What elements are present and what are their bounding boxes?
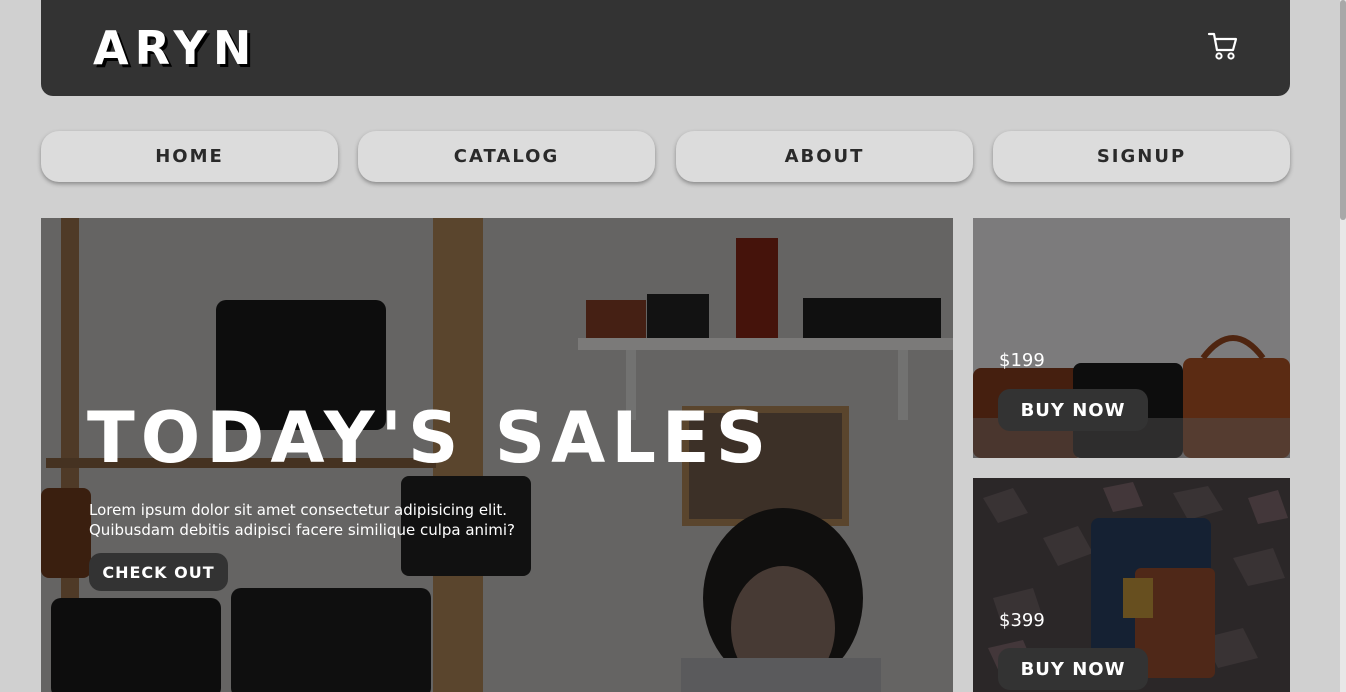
cart-icon[interactable] (1207, 30, 1239, 62)
hero-description: Lorem ipsum dolor sit amet consectetur a… (89, 501, 515, 539)
hero-banner: TODAY'S SALES Lorem ipsum dolor sit amet… (41, 218, 953, 692)
product-card: $399 BUY NOW (973, 478, 1290, 692)
hero-title: TODAY'S SALES (87, 397, 773, 479)
brand-logo[interactable]: ARYN (93, 22, 257, 74)
page-scrollbar[interactable] (1340, 0, 1346, 692)
nav-about[interactable]: ABOUT (676, 131, 973, 182)
product-price: $399 (999, 610, 1045, 631)
site-header: ARYN (41, 0, 1290, 96)
buy-now-button[interactable]: BUY NOW (998, 389, 1148, 431)
product-price: $199 (999, 350, 1045, 371)
nav-home[interactable]: HOME (41, 131, 338, 182)
nav-catalog[interactable]: CATALOG (358, 131, 655, 182)
check-out-button[interactable]: CHECK OUT (89, 553, 228, 591)
main-nav: HOME CATALOG ABOUT SIGNUP (41, 131, 1290, 183)
scrollbar-thumb[interactable] (1340, 0, 1346, 220)
product-card: $199 BUY NOW (973, 218, 1290, 458)
nav-signup[interactable]: SIGNUP (993, 131, 1290, 182)
buy-now-button[interactable]: BUY NOW (998, 648, 1148, 690)
